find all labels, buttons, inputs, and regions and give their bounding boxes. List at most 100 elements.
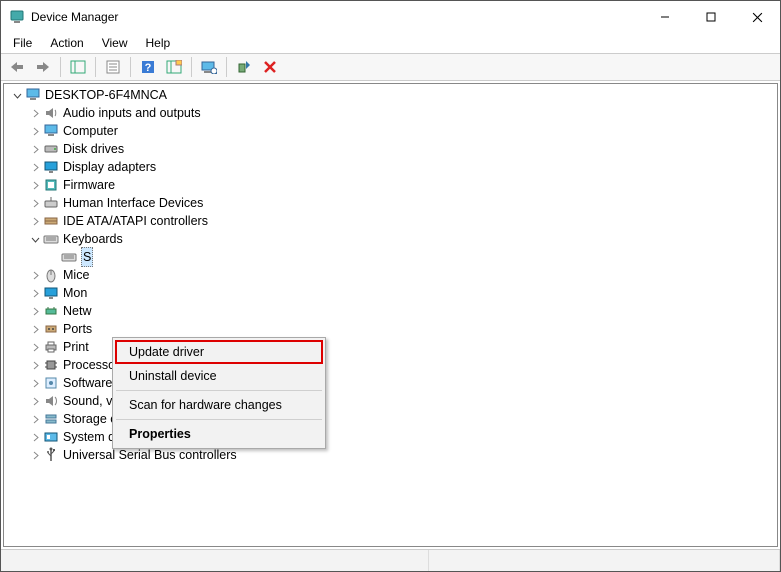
toolbar-action-button[interactable]: [162, 55, 186, 79]
context-update-driver[interactable]: Update driver: [115, 340, 323, 364]
expander-icon[interactable]: [28, 106, 42, 120]
context-separator: [116, 390, 322, 391]
expander-icon[interactable]: [28, 322, 42, 336]
statusbar: [1, 549, 780, 571]
toolbar-uninstall-button[interactable]: [258, 55, 282, 79]
svg-text:?: ?: [145, 62, 152, 74]
menu-help[interactable]: Help: [138, 35, 179, 51]
context-properties[interactable]: Properties: [115, 422, 323, 446]
toolbar-show-hide-button[interactable]: [66, 55, 90, 79]
tree-node-label: S: [81, 247, 93, 267]
system-icon: [43, 429, 59, 445]
status-cell: [429, 550, 780, 571]
tree-node-label: Keyboards: [63, 230, 123, 248]
tree-node-label: Print: [63, 338, 89, 356]
expander-icon[interactable]: [28, 214, 42, 228]
expander-icon[interactable]: [28, 394, 42, 408]
device-tree-panel: DESKTOP-6F4MNCAAudio inputs and outputsC…: [3, 83, 778, 547]
toolbar-separator: [191, 57, 192, 77]
expander-icon[interactable]: [28, 268, 42, 282]
audio-icon: [43, 105, 59, 121]
toolbar-back-button[interactable]: [5, 55, 29, 79]
toolbar-help-button[interactable]: ?: [136, 55, 160, 79]
storage-icon: [43, 411, 59, 427]
tree-node-label: Disk drives: [63, 140, 124, 158]
toolbar-enable-button[interactable]: [232, 55, 256, 79]
tree-node-label: Human Interface Devices: [63, 194, 203, 212]
tree-node[interactable]: Mon: [4, 284, 777, 302]
toolbar-separator: [60, 57, 61, 77]
expander-icon[interactable]: [28, 358, 42, 372]
ports-icon: [43, 321, 59, 337]
expander-icon[interactable]: [28, 160, 42, 174]
usb-icon: [43, 447, 59, 463]
toolbar-separator: [226, 57, 227, 77]
tree-root-node[interactable]: DESKTOP-6F4MNCA: [4, 86, 777, 104]
toolbar-scan-button[interactable]: [197, 55, 221, 79]
tree-node[interactable]: Firmware: [4, 176, 777, 194]
ide-icon: [43, 213, 59, 229]
processor-icon: [43, 357, 59, 373]
tree-node-label: DESKTOP-6F4MNCA: [45, 86, 167, 104]
tree-node[interactable]: Display adapters: [4, 158, 777, 176]
minimize-button[interactable]: [642, 1, 688, 33]
toolbar-separator: [130, 57, 131, 77]
context-scan-hardware[interactable]: Scan for hardware changes: [115, 393, 323, 417]
close-button[interactable]: [734, 1, 780, 33]
titlebar: Device Manager: [1, 1, 780, 33]
firmware-icon: [43, 177, 59, 193]
menu-file[interactable]: File: [5, 35, 40, 51]
keyboard-icon: [43, 231, 59, 247]
tree-node-label: Display adapters: [63, 158, 156, 176]
expander-icon[interactable]: [28, 178, 42, 192]
window-title: Device Manager: [31, 10, 642, 24]
display-icon: [43, 159, 59, 175]
disk-icon: [43, 141, 59, 157]
expander-icon[interactable]: [28, 196, 42, 210]
expander-icon[interactable]: [28, 142, 42, 156]
tree-node-label: Computer: [63, 122, 118, 140]
toolbar-properties-button[interactable]: [101, 55, 125, 79]
expander-icon[interactable]: [28, 232, 42, 246]
tree-node[interactable]: Keyboards: [4, 230, 777, 248]
expander-icon[interactable]: [10, 88, 24, 102]
tree-node[interactable]: Audio inputs and outputs: [4, 104, 777, 122]
app-icon: [9, 9, 25, 25]
monitor-icon: [43, 285, 59, 301]
sound-icon: [43, 393, 59, 409]
expander-icon[interactable]: [28, 124, 42, 138]
tree-leaf-node[interactable]: S: [4, 248, 777, 266]
toolbar-forward-button[interactable]: [31, 55, 55, 79]
network-icon: [43, 303, 59, 319]
toolbar-separator: [95, 57, 96, 77]
expander-icon[interactable]: [28, 448, 42, 462]
computer-icon: [43, 123, 59, 139]
menubar: File Action View Help: [1, 33, 780, 53]
software-icon: [43, 375, 59, 391]
tree-node[interactable]: Ports: [4, 320, 777, 338]
expander-icon[interactable]: [28, 304, 42, 318]
tree-node[interactable]: Netw: [4, 302, 777, 320]
tree-node[interactable]: IDE ATA/ATAPI controllers: [4, 212, 777, 230]
tree-node[interactable]: Mice: [4, 266, 777, 284]
tree-node[interactable]: Computer: [4, 122, 777, 140]
toolbar: ?: [1, 53, 780, 81]
expander-icon[interactable]: [28, 430, 42, 444]
tree-node[interactable]: Human Interface Devices: [4, 194, 777, 212]
status-cell: [1, 550, 429, 571]
tree-node-label: Audio inputs and outputs: [63, 104, 201, 122]
expander-icon[interactable]: [28, 376, 42, 390]
keyboard-icon: [61, 249, 77, 265]
menu-view[interactable]: View: [94, 35, 136, 51]
tree-node[interactable]: Disk drives: [4, 140, 777, 158]
menu-action[interactable]: Action: [42, 35, 91, 51]
context-uninstall-device[interactable]: Uninstall device: [115, 364, 323, 388]
expander-icon[interactable]: [28, 412, 42, 426]
device-manager-window: Device Manager File Action View Help: [0, 0, 781, 572]
expander-icon[interactable]: [28, 286, 42, 300]
context-menu: Update driver Uninstall device Scan for …: [112, 337, 326, 449]
maximize-button[interactable]: [688, 1, 734, 33]
tree-node-label: Mon: [63, 284, 87, 302]
computer-icon: [25, 87, 41, 103]
expander-icon[interactable]: [28, 340, 42, 354]
